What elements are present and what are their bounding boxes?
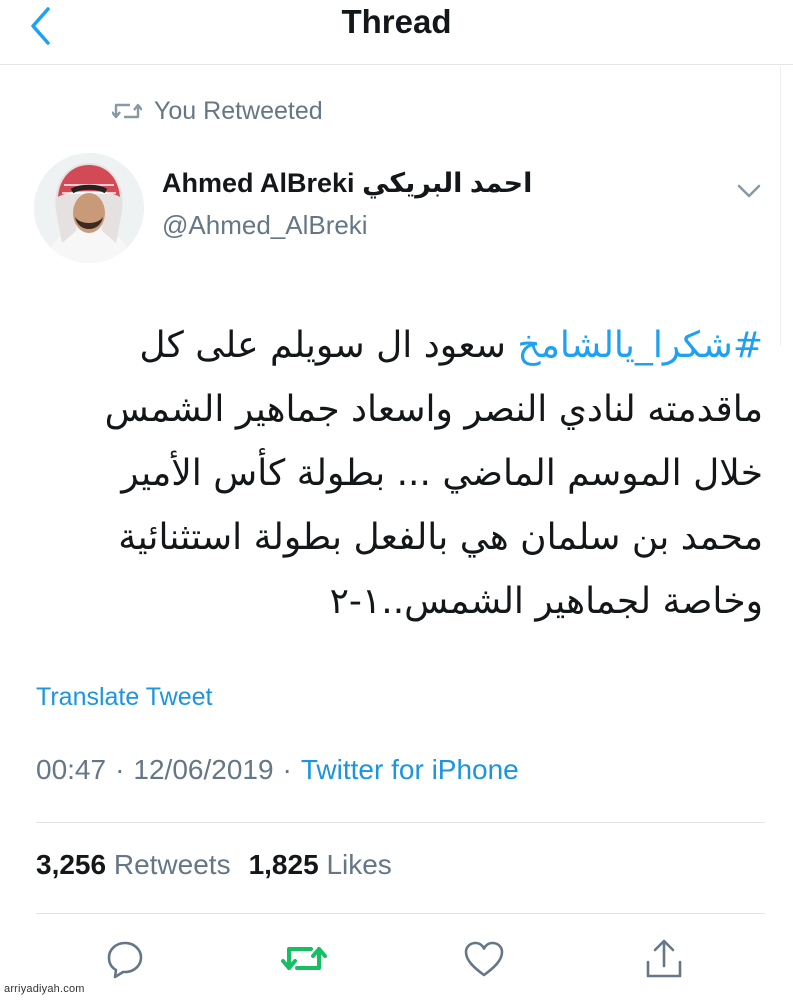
retweet-button[interactable] — [281, 936, 327, 982]
divider — [36, 822, 765, 823]
retweets-count: 3,256 — [36, 849, 107, 880]
hashtag-link[interactable]: #شكرا_يالشامخ — [517, 325, 763, 366]
profile-photo-icon — [34, 153, 144, 263]
tweet-line: خلال الموسم الماضي ... بطولة كأس الأمير — [121, 453, 763, 494]
tweet-line: وخاصة لجماهير الشمس..١-٢ — [329, 581, 763, 622]
author-display-name[interactable]: Ahmed AlBreki احمد البريكي — [162, 168, 532, 199]
like-button[interactable] — [461, 936, 507, 982]
share-button[interactable] — [641, 936, 687, 982]
scroll-indicator — [780, 66, 793, 346]
retweets-stat[interactable]: 3,256 Retweets — [36, 849, 231, 880]
tweet-meta: 00:47 · 12/06/2019 · Twitter for iPhone — [36, 754, 519, 786]
retweet-context-label: You Retweeted — [154, 96, 323, 125]
tweet-date: 12/06/2019 — [133, 754, 274, 785]
tweet-stats: 3,256 Retweets 1,825 Likes — [36, 849, 392, 881]
watermark: arriyadiyah.com — [4, 983, 85, 995]
tweet-options-button[interactable] — [732, 177, 766, 205]
reply-button[interactable] — [102, 936, 148, 982]
chevron-down-icon — [737, 184, 761, 198]
divider — [36, 913, 765, 914]
page-title: Thread — [341, 3, 452, 40]
tweet-line: محمد بن سلمان هي بالفعل بطولة استثنائية — [118, 517, 763, 558]
meta-separator: · — [282, 754, 292, 785]
retweet-icon — [281, 947, 327, 970]
tweet-source-link[interactable]: Twitter for iPhone — [301, 754, 519, 785]
avatar[interactable] — [34, 153, 144, 263]
reply-icon — [107, 941, 143, 979]
tweet-text: #شكرا_يالشامخ سعود ال سويلم على كل ماقدم… — [28, 314, 763, 634]
tweet-line-text: سعود ال سويلم على كل — [139, 325, 506, 366]
likes-label: Likes — [326, 849, 392, 880]
tweet-line: ماقدمته لنادي النصر واسعاد جماهير الشمس — [104, 389, 763, 430]
likes-count: 1,825 — [248, 849, 319, 880]
retweet-context: You Retweeted — [112, 94, 323, 128]
retweets-label: Retweets — [113, 849, 231, 880]
retweet-small-icon — [112, 103, 142, 119]
meta-separator: · — [115, 754, 125, 785]
translate-tweet-link[interactable]: Translate Tweet — [36, 683, 212, 712]
likes-stat[interactable]: 1,825 Likes — [249, 849, 392, 880]
tweet-line: #شكرا_يالشامخ سعود ال سويلم على كل — [28, 314, 763, 378]
heart-icon — [464, 941, 504, 977]
top-bar: Thread — [0, 0, 793, 65]
author-handle[interactable]: @Ahmed_AlBreki — [162, 210, 368, 241]
share-icon — [646, 939, 682, 978]
tweet-time: 00:47 — [36, 754, 107, 785]
